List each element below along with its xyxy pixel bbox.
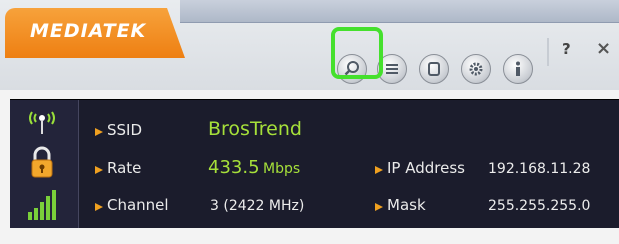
rate-label: Rate xyxy=(107,159,142,177)
antenna-icon xyxy=(22,106,62,140)
mask-label: Mask xyxy=(387,196,426,214)
mask-value: 255.255.255.0 xyxy=(488,198,591,214)
settings-button[interactable] xyxy=(461,54,491,84)
page-button[interactable] xyxy=(419,54,449,84)
bullet-icon xyxy=(95,128,103,136)
ip-value: 192.168.11.28 xyxy=(488,161,591,177)
bullet-icon xyxy=(95,203,103,211)
header-band: MEDIATEK ? × xyxy=(0,0,619,90)
ssid-value: BrosTrend xyxy=(208,118,302,140)
status-icons-column xyxy=(10,100,79,228)
app-window: MEDIATEK ? × SSID BrosTrend Rate 433.5 M… xyxy=(0,0,619,244)
bullet-icon xyxy=(375,203,383,211)
help-button[interactable]: ? xyxy=(562,40,571,58)
info-button[interactable] xyxy=(503,54,533,84)
lock-icon xyxy=(22,146,62,180)
list-icon xyxy=(386,64,398,74)
search-highlight xyxy=(331,27,383,79)
info-icon xyxy=(516,61,520,76)
title-strip xyxy=(180,0,619,23)
gear-icon xyxy=(469,62,483,76)
channel-label: Channel xyxy=(107,196,169,214)
ip-label: IP Address xyxy=(387,159,465,177)
rate-value: 433.5 xyxy=(208,157,260,178)
ssid-label: SSID xyxy=(107,121,143,139)
mediatek-logo: MEDIATEK xyxy=(30,20,147,42)
status-panel: SSID BrosTrend Rate 433.5 Mbps IP Addres… xyxy=(10,99,619,228)
bullet-icon xyxy=(95,166,103,174)
rate-unit: Mbps xyxy=(263,161,301,177)
signal-bars-icon xyxy=(22,188,62,222)
toolbar-separator xyxy=(547,38,549,66)
bullet-icon xyxy=(375,166,383,174)
close-button[interactable]: × xyxy=(596,38,611,59)
channel-value: 3 (2422 MHz) xyxy=(210,198,305,214)
page-icon xyxy=(428,62,440,76)
